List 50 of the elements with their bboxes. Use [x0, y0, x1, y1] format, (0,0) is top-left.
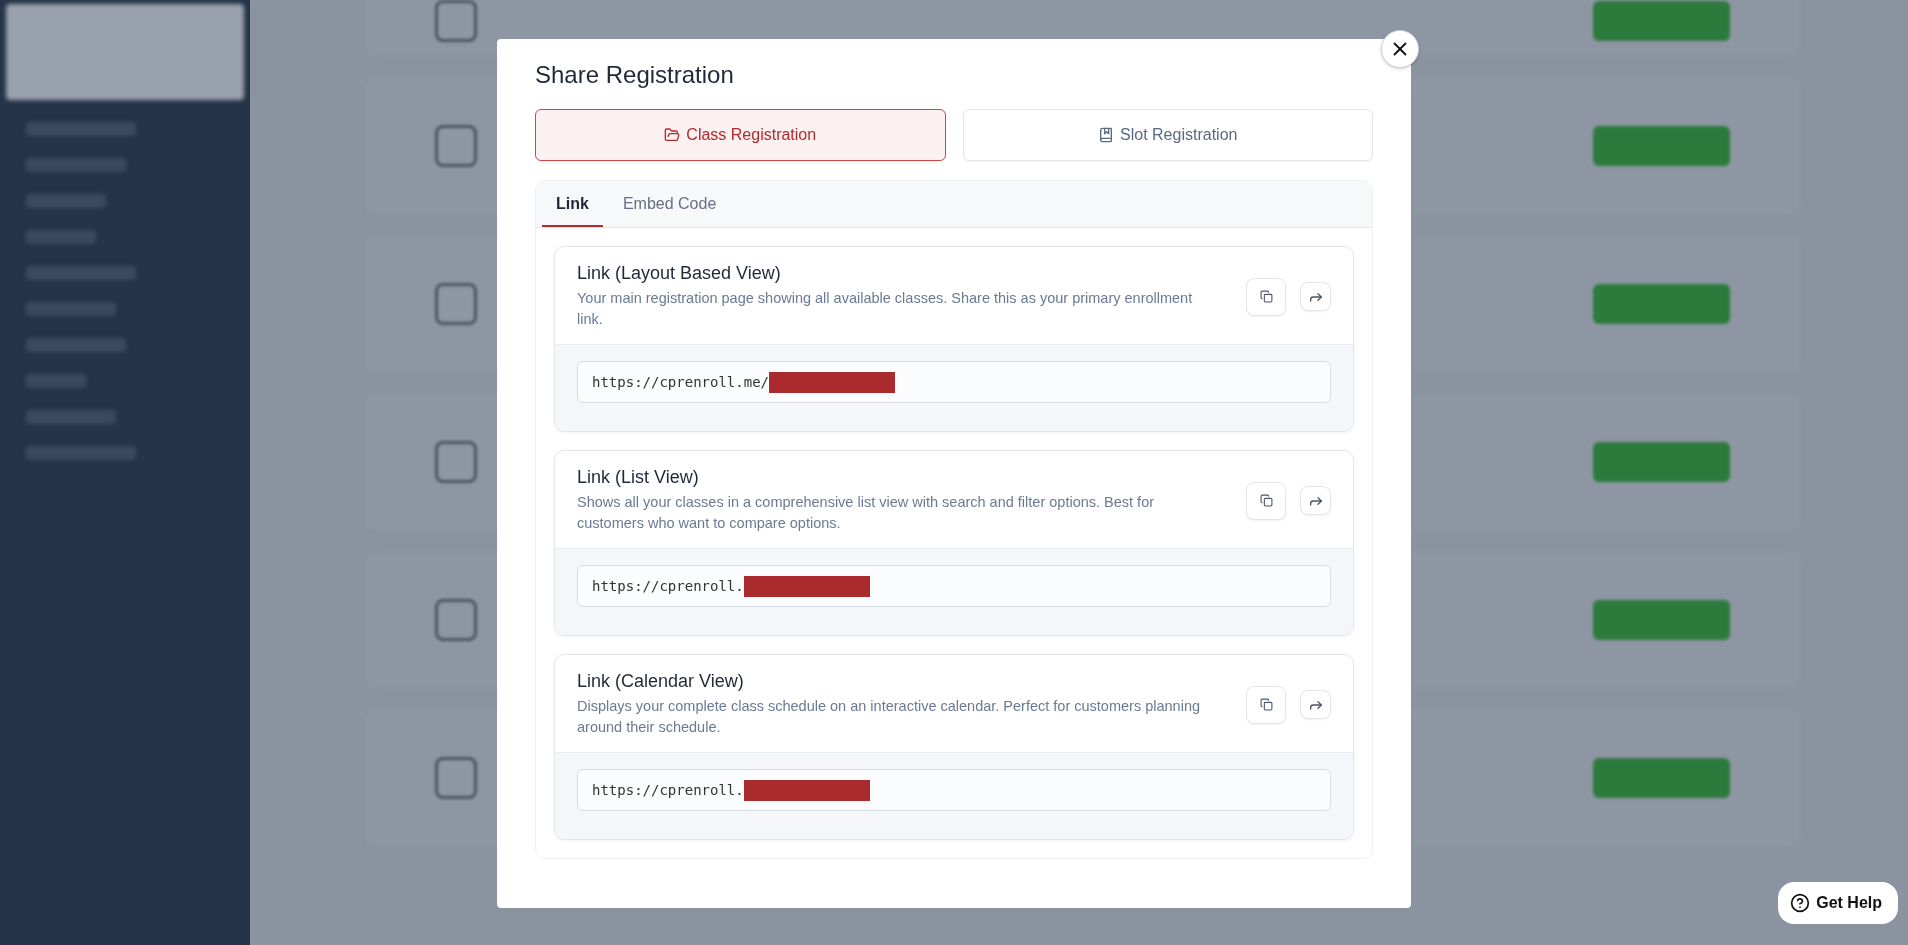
copy-button[interactable]: [1246, 277, 1286, 316]
action-button[interactable]: [1593, 1, 1730, 41]
sidebar-item[interactable]: [26, 266, 136, 280]
action-button[interactable]: [1593, 758, 1730, 798]
link-description: Shows all your classes in a comprehensive list view with search and filter options. Best for customers who want to compare options.: [577, 493, 1156, 533]
sidebar-item[interactable]: [26, 158, 126, 172]
folder-icon: [664, 127, 681, 143]
sidebar-item[interactable]: [26, 230, 96, 244]
copy-icon: [1259, 698, 1273, 711]
close-button[interactable]: [1381, 30, 1419, 68]
share-button[interactable]: [1300, 690, 1331, 719]
sidebar-item[interactable]: [26, 338, 126, 352]
registration-type-button[interactable]: Class Registration: [535, 109, 946, 161]
sidebar-item[interactable]: [26, 302, 116, 316]
card-icon: [435, 125, 477, 167]
link-title: Link (List View): [577, 467, 700, 488]
help-button[interactable]: Get Help: [1778, 882, 1898, 924]
share-button[interactable]: [1300, 486, 1331, 515]
sidebar-item[interactable]: [26, 122, 136, 136]
sidebar-item[interactable]: [26, 410, 116, 424]
copy-icon: [1259, 290, 1273, 303]
sidebar-item[interactable]: [26, 194, 106, 208]
registration-type-button[interactable]: Slot Registration: [962, 109, 1373, 161]
link-description: Your main registration page showing all available classes. Share this as your primary enrollment link.: [577, 289, 1194, 329]
copy-button[interactable]: [1246, 481, 1286, 520]
card-icon: [435, 757, 477, 799]
url-field[interactable]: https://cprenroll.me/: [577, 361, 1331, 403]
action-button[interactable]: [1593, 126, 1730, 166]
url-field[interactable]: https://cprenroll.: [577, 769, 1331, 811]
card-icon: [435, 599, 477, 641]
link-description: Displays your complete class schedule on an interactive calendar. Perfect for customers planning around their schedule.: [577, 697, 1201, 737]
action-button[interactable]: [1593, 600, 1730, 640]
tab[interactable]: Embed Code: [608, 181, 731, 227]
sidebar-item[interactable]: [26, 446, 136, 460]
copy-icon: [1259, 494, 1273, 507]
link-title: Link (Calendar View): [577, 671, 745, 692]
tab[interactable]: Link: [542, 181, 603, 227]
link-title: Link (Layout Based View): [577, 263, 782, 284]
sidebar-item[interactable]: [26, 374, 86, 388]
share-button[interactable]: [1300, 282, 1331, 311]
card-icon: [435, 283, 477, 325]
url-field[interactable]: https://cprenroll.: [577, 565, 1331, 607]
card-icon: [435, 0, 477, 42]
book-icon: [1098, 127, 1115, 143]
dialog-title: Share Registration: [535, 61, 735, 89]
action-button[interactable]: [1593, 284, 1730, 324]
help-icon: [1790, 893, 1811, 913]
copy-button[interactable]: [1246, 685, 1286, 724]
action-button[interactable]: [1593, 442, 1730, 482]
card-icon: [435, 441, 477, 483]
